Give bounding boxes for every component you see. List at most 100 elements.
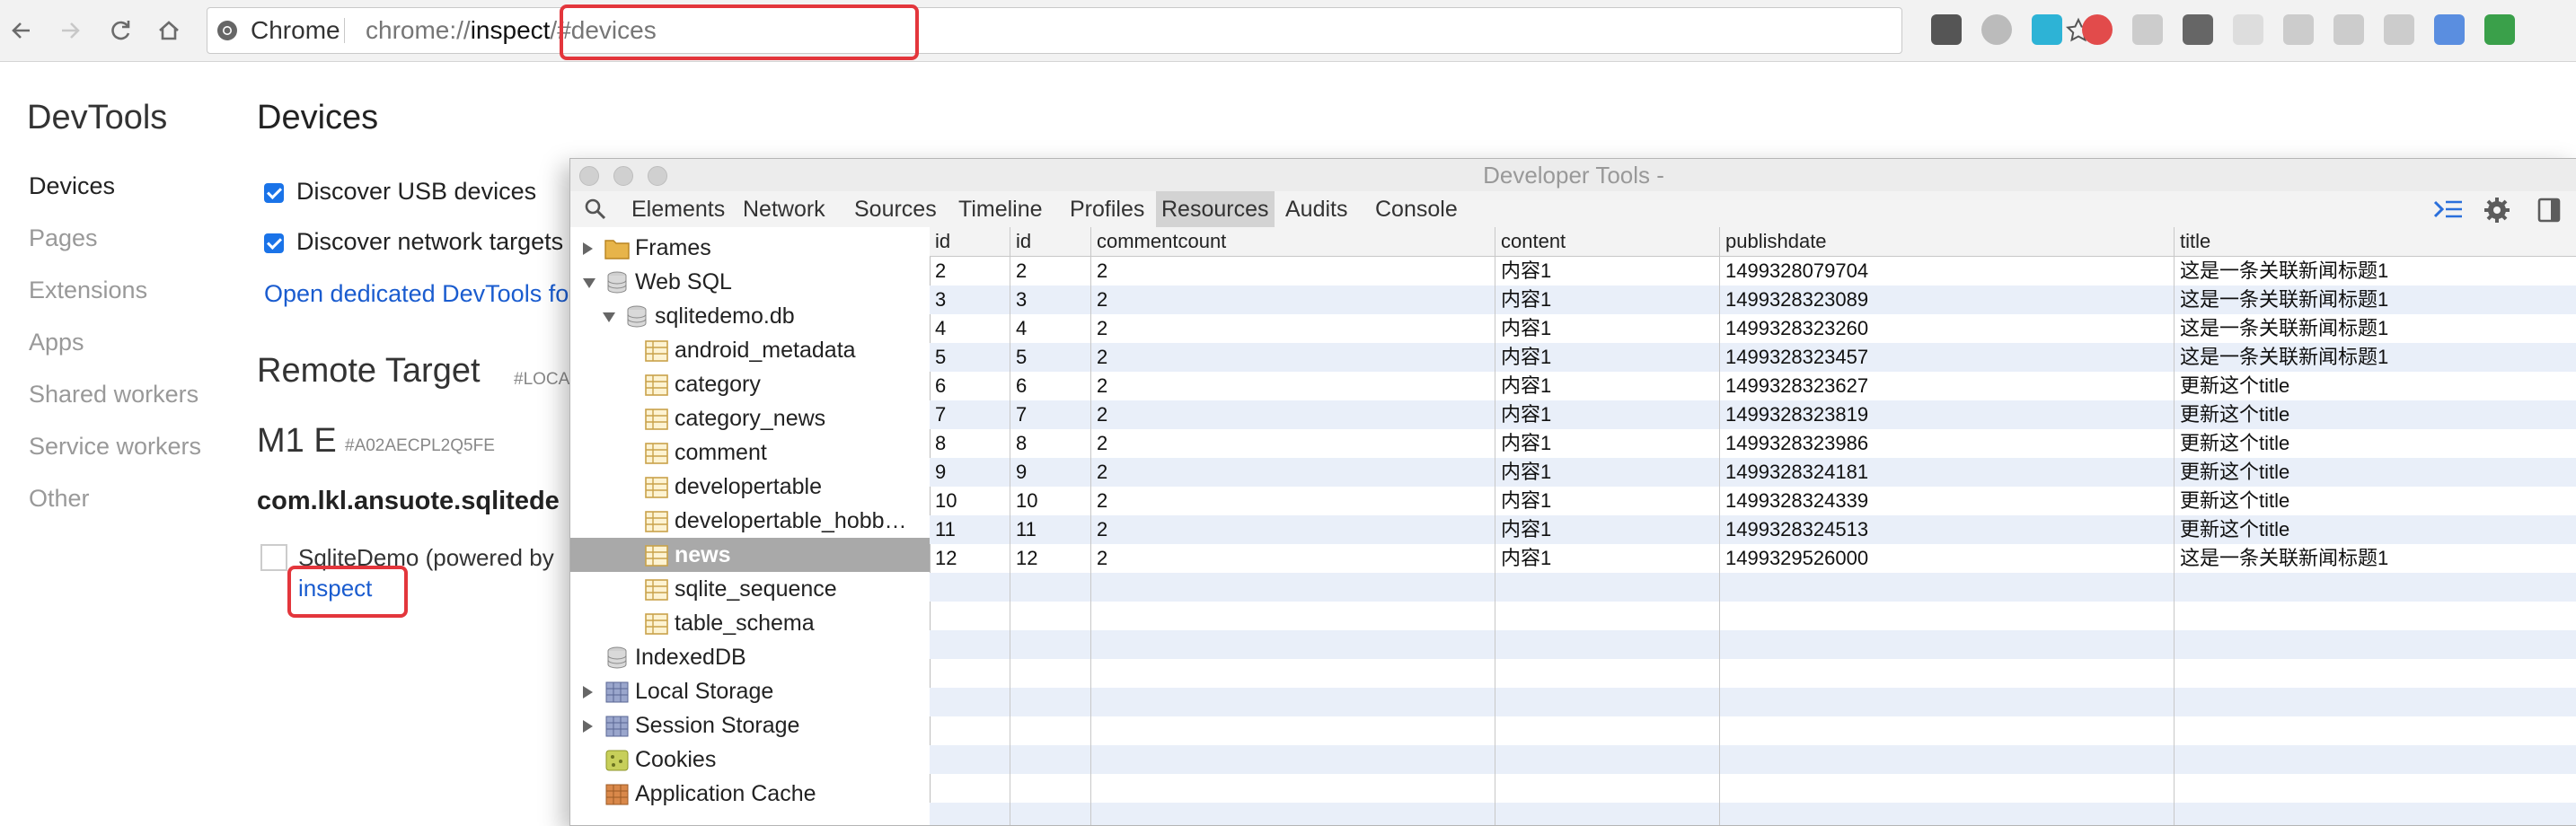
tree-item[interactable]: sqlite_sequence <box>570 572 930 606</box>
home-button[interactable] <box>149 11 189 50</box>
table-row[interactable]: 3 3 2 内容1 1499328323089 这是一条关联新闻标题1 <box>930 286 2576 314</box>
table-row[interactable]: 12 12 2 内容1 1499329526000 这是一条关联新闻标题1 <box>930 544 2576 573</box>
reload-button[interactable] <box>101 11 140 50</box>
table-row[interactable]: 7 7 2 内容1 1499328323819 更新这个title <box>930 400 2576 429</box>
tree-item[interactable]: Session Storage <box>570 708 930 743</box>
tab-profiles[interactable]: Profiles <box>1064 191 1150 227</box>
printer-icon[interactable] <box>2333 14 2364 45</box>
tab-elements[interactable]: Elements <box>626 191 730 227</box>
table-row[interactable] <box>930 602 2576 630</box>
nav-item-devices[interactable]: Devices <box>29 172 115 200</box>
table-row[interactable] <box>930 688 2576 716</box>
discover-network-checkbox[interactable] <box>264 233 284 253</box>
table-row[interactable] <box>930 716 2576 745</box>
collapsed-arrow-icon[interactable] <box>583 686 593 699</box>
table-row[interactable] <box>930 745 2576 774</box>
nav-item-pages[interactable]: Pages <box>29 224 98 252</box>
table-row[interactable]: 2 2 2 内容1 1499328079704 这是一条关联新闻标题1 <box>930 257 2576 286</box>
tree-item[interactable]: developertable_hobb… <box>570 504 930 538</box>
table-cell: 更新这个title <box>2180 489 2290 512</box>
open-devtools-link[interactable]: Open dedicated DevTools fo <box>264 280 569 308</box>
table-row[interactable]: 9 9 2 内容1 1499328324181 更新这个title <box>930 458 2576 487</box>
tree-item[interactable]: category_news <box>570 401 930 435</box>
fork-icon[interactable] <box>1981 14 2012 45</box>
jh-icon[interactable] <box>2434 14 2465 45</box>
tools-icon[interactable] <box>2484 14 2515 45</box>
collapsed-arrow-icon[interactable] <box>583 720 593 733</box>
tree-item[interactable]: Local Storage <box>570 674 930 708</box>
column-header-content[interactable]: content <box>1495 227 1720 256</box>
collapsed-arrow-icon[interactable] <box>583 242 593 255</box>
table-cell: 2 <box>1097 461 1108 483</box>
search-icon[interactable] <box>583 197 608 222</box>
tab-network[interactable]: Network <box>737 191 831 227</box>
tree-item[interactable]: Application Cache <box>570 777 930 811</box>
discover-network-label: Discover network targets <box>296 228 564 255</box>
discover-usb-checkbox[interactable] <box>264 183 284 203</box>
tab-timeline[interactable]: Timeline <box>953 191 1048 227</box>
forward-button[interactable] <box>50 11 90 50</box>
tree-item[interactable]: IndexedDB <box>570 640 930 674</box>
adblock-shield-icon[interactable] <box>2132 14 2163 45</box>
table-row[interactable]: 4 4 2 内容1 1499328323260 这是一条关联新闻标题1 <box>930 314 2576 343</box>
expanded-arrow-icon[interactable] <box>583 278 595 288</box>
column-header-publishdate[interactable]: publishdate <box>1720 227 2175 256</box>
nav-item-extensions[interactable]: Extensions <box>29 277 147 304</box>
table-row[interactable] <box>930 774 2576 803</box>
tree-item-label: Application Cache <box>635 781 816 806</box>
zoom-icon[interactable] <box>2283 14 2314 45</box>
tree-item[interactable]: Web SQL <box>570 265 930 299</box>
tab-sources[interactable]: Sources <box>849 191 942 227</box>
chrome-logo-icon <box>217 21 237 40</box>
table-row[interactable]: 6 6 2 内容1 1499328323627 更新这个title <box>930 372 2576 400</box>
dock-side-icon[interactable] <box>2537 197 2561 224</box>
table-icon[interactable] <box>2384 14 2414 45</box>
expanded-arrow-icon[interactable] <box>603 312 615 322</box>
table-row[interactable]: 5 5 2 内容1 1499328323457 这是一条关联新闻标题1 <box>930 343 2576 372</box>
column-header-title[interactable]: title <box>2175 227 2576 256</box>
forward-arrow-icon <box>62 22 80 39</box>
nav-item-shared-workers[interactable]: Shared workers <box>29 381 198 409</box>
table-row[interactable] <box>930 630 2576 659</box>
tab-audits[interactable]: Audits <box>1280 191 1353 227</box>
tree-item[interactable]: category <box>570 367 930 401</box>
table-row[interactable] <box>930 803 2576 825</box>
nav-item-service-workers[interactable]: Service workers <box>29 433 201 461</box>
tab-console[interactable]: Console <box>1370 191 1463 227</box>
pocket-red-icon[interactable] <box>2082 14 2113 45</box>
table-row[interactable] <box>930 659 2576 688</box>
tree-item[interactable]: Cookies <box>570 743 930 777</box>
table-row[interactable] <box>930 573 2576 602</box>
tree-item[interactable]: Frames <box>570 231 930 265</box>
table-row[interactable]: 8 8 2 内容1 1499328323986 更新这个title <box>930 429 2576 458</box>
evernote-icon[interactable] <box>1931 14 1962 45</box>
inspect-link[interactable]: inspect <box>298 575 372 602</box>
tree-item[interactable]: android_metadata <box>570 333 930 367</box>
tree-item[interactable]: news <box>570 538 930 572</box>
table-row[interactable]: 11 11 2 内容1 1499328324513 更新这个title <box>930 515 2576 544</box>
column-header-id[interactable]: id <box>930 227 1010 256</box>
column-header-commentcount[interactable]: commentcount <box>1091 227 1495 256</box>
table-row[interactable]: 10 10 2 内容1 1499328324339 更新这个title <box>930 487 2576 515</box>
nav-item-other[interactable]: Other <box>29 485 90 513</box>
pocket-icon[interactable] <box>2183 14 2213 45</box>
tree-item[interactable]: sqlitedemo.db <box>570 299 930 333</box>
tree-item[interactable]: table_schema <box>570 606 930 640</box>
back-button[interactable] <box>2 11 41 50</box>
address-bar[interactable]: Chrome chrome://inspect/#devices <box>207 4 2092 60</box>
tree-item-label: news <box>675 542 731 567</box>
table-icon <box>644 441 669 464</box>
console-drawer-icon[interactable] <box>2433 198 2464 220</box>
table-cell: 这是一条关联新闻标题1 <box>2180 317 2389 339</box>
column-header-id[interactable]: id <box>1010 227 1091 256</box>
vue-devtools-icon[interactable] <box>2032 14 2062 45</box>
nav-item-apps[interactable]: Apps <box>29 329 84 356</box>
tab-resources[interactable]: Resources <box>1156 191 1275 227</box>
database-icon <box>604 270 630 294</box>
ar-icon[interactable] <box>2233 14 2263 45</box>
gear-icon[interactable] <box>2483 197 2510 224</box>
chip-divider <box>344 18 345 43</box>
tree-item[interactable]: comment <box>570 435 930 470</box>
table-icon <box>644 611 669 635</box>
tree-item[interactable]: developertable <box>570 470 930 504</box>
